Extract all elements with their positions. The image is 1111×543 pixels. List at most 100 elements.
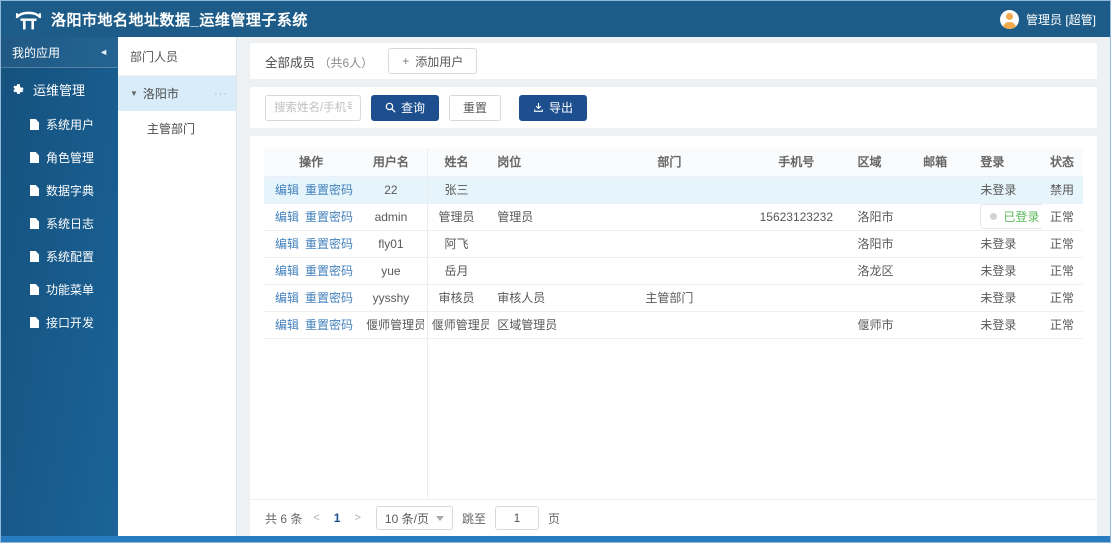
my-apps-label: 我的应用: [12, 45, 61, 60]
logged-in-badge: 已登录: [980, 204, 1042, 229]
tree-node-luoyang[interactable]: ▼ 洛阳市 ···: [118, 76, 236, 111]
page-title: 洛阳市地名地址数据_运维管理子系统: [51, 11, 308, 29]
cell-op: 编辑重置密码删除: [264, 257, 359, 285]
column-header-status: 状态: [1042, 148, 1083, 177]
tree-node-more-icon[interactable]: ···: [214, 88, 228, 100]
column-header-name: 姓名: [423, 148, 490, 177]
table-row[interactable]: 编辑重置密码删除偃师管理员偃师管理员区域管理员偃师市未登录正常: [264, 311, 1083, 339]
reset-password-link[interactable]: 重置密码: [305, 291, 353, 305]
page-size-select[interactable]: 10 条/页: [375, 506, 453, 530]
cell-op: 编辑重置密码删除: [264, 176, 359, 204]
table-row[interactable]: 编辑重置密码删除fly01阿飞 洛阳市 未登录正常: [264, 230, 1083, 258]
sidebar-menu: 系统用户 角色管理 数据字典 系统日志 系统配置功能菜单接口开发: [1, 108, 118, 339]
sidebar-item-system-config[interactable]: 系统配置: [1, 240, 118, 273]
sidebar-item-data-dict[interactable]: 数据字典: [1, 174, 118, 207]
cell-phone: [743, 284, 850, 312]
cell-name: 偃师管理员: [423, 311, 490, 339]
prev-page-button[interactable]: <: [311, 512, 321, 524]
reset-password-link[interactable]: 重置密码: [305, 318, 353, 332]
sidebar-item-role-manage[interactable]: 角色管理: [1, 141, 118, 174]
cell-dept: [595, 230, 744, 258]
search-input[interactable]: [265, 94, 361, 121]
jump-page-input[interactable]: [494, 506, 539, 530]
sidebar-item-api-dev[interactable]: 接口开发: [1, 306, 118, 339]
cell-login: 未登录: [972, 257, 1042, 285]
user-area[interactable]: 管理员 [超管]: [999, 9, 1096, 29]
export-button[interactable]: 导出: [519, 94, 588, 121]
cell-post: [489, 176, 596, 204]
cell-post: [489, 257, 596, 285]
cell-post: 审核人员: [489, 284, 596, 312]
cell-op: 编辑重置密码删除: [264, 203, 359, 231]
sidebar-header: 我的应用 ◄: [1, 37, 118, 68]
cell-email: [915, 257, 973, 285]
edit-link[interactable]: 编辑: [275, 183, 299, 197]
sidebar-item-label: 接口开发: [46, 316, 95, 330]
collapse-sidebar-icon[interactable]: ◄: [99, 47, 108, 57]
edit-link[interactable]: 编辑: [275, 237, 299, 251]
edit-link[interactable]: 编辑: [275, 291, 299, 305]
plus-icon: +: [402, 54, 410, 68]
status-dot-icon: [990, 213, 998, 220]
column-header-login: 登录: [972, 148, 1042, 177]
app-window: 洛阳市地名地址数据_运维管理子系统 管理员 [超管] 我的应用 ◄ 运维管理 系…: [0, 0, 1111, 543]
sidebar-item-func-menu[interactable]: 功能菜单: [1, 273, 118, 306]
cell-username: fly01: [358, 230, 424, 258]
cell-phone: [743, 257, 850, 285]
sidebar-group-label: 运维管理: [33, 83, 86, 98]
table-row[interactable]: 编辑重置密码删除yysshy审核员审核人员主管部门 未登录正常: [264, 284, 1083, 312]
top-header-bar: 洛阳市地名地址数据_运维管理子系统 管理员 [超管]: [1, 1, 1110, 37]
table-row[interactable]: 编辑重置密码删除22张三 未登录禁用: [264, 176, 1083, 204]
cell-name: 审核员: [423, 284, 490, 312]
sidebar-group-ops-management[interactable]: 运维管理: [1, 68, 118, 108]
members-toolbar: 全部成员 （共6人） + 添加用户: [250, 43, 1097, 79]
document-icon: [30, 218, 39, 229]
edit-link[interactable]: 编辑: [275, 210, 299, 224]
cell-email: [915, 284, 973, 312]
next-page-button[interactable]: >: [352, 512, 362, 524]
edit-link[interactable]: 编辑: [275, 264, 299, 278]
cell-phone: [743, 230, 850, 258]
edit-link[interactable]: 编辑: [275, 318, 299, 332]
cell-post: [489, 230, 596, 258]
cell-username: admin: [358, 203, 424, 231]
sidebar-item-system-log[interactable]: 系统日志: [1, 207, 118, 240]
window-bottom-edge: [1, 536, 1110, 542]
reset-password-link[interactable]: 重置密码: [305, 237, 353, 251]
cell-login: 未登录: [972, 230, 1042, 258]
paifang-gate-logo-icon: [15, 11, 42, 30]
reset-password-link[interactable]: 重置密码: [305, 264, 353, 278]
column-header-post: 岗位: [489, 148, 596, 177]
all-members-label: 全部成员: [265, 55, 316, 70]
table-header-row: 操作 用户名 姓名 岗位 部门 手机号 区域 邮箱 登录 状态: [264, 148, 1083, 177]
add-user-button[interactable]: + 添加用户: [388, 48, 478, 74]
sidebar-item-label: 功能菜单: [46, 283, 95, 297]
current-page-button[interactable]: 1: [331, 511, 344, 525]
cell-name: 张三: [423, 176, 490, 204]
cell-username: yysshy: [358, 284, 424, 312]
document-icon: [30, 317, 39, 328]
cell-login: 未登录: [972, 311, 1042, 339]
cell-username: yue: [358, 257, 424, 285]
query-button[interactable]: 查询: [371, 94, 440, 121]
cell-name: 管理员: [423, 203, 490, 231]
tree-node-supervisor-dept[interactable]: 主管部门: [118, 111, 236, 146]
document-icon: [30, 284, 39, 295]
cell-dept: [595, 203, 744, 231]
column-header-username: 用户名: [358, 148, 424, 177]
sidebar-item-system-user[interactable]: 系统用户: [1, 108, 118, 141]
cell-email: [915, 230, 973, 258]
reset-password-link[interactable]: 重置密码: [305, 210, 353, 224]
cell-dept: [595, 311, 744, 339]
tree-expand-icon[interactable]: ▼: [130, 89, 138, 98]
user-avatar: [999, 9, 1019, 29]
cell-phone: [743, 311, 850, 339]
table-row[interactable]: 编辑重置密码删除yue岳月 洛龙区 未登录正常: [264, 257, 1083, 285]
reset-password-link[interactable]: 重置密码: [305, 183, 353, 197]
user-name-label: 管理员 [超管]: [1025, 12, 1096, 27]
department-panel: 部门人员 ▼ 洛阳市 ··· 主管部门: [118, 37, 237, 536]
table-row[interactable]: 编辑重置密码删除admin管理员管理员15623123232洛阳市已登录正常: [264, 203, 1083, 231]
reset-button[interactable]: 重置: [449, 94, 502, 121]
cell-phone: 15623123232: [743, 203, 850, 231]
cell-status: 正常: [1042, 230, 1083, 258]
